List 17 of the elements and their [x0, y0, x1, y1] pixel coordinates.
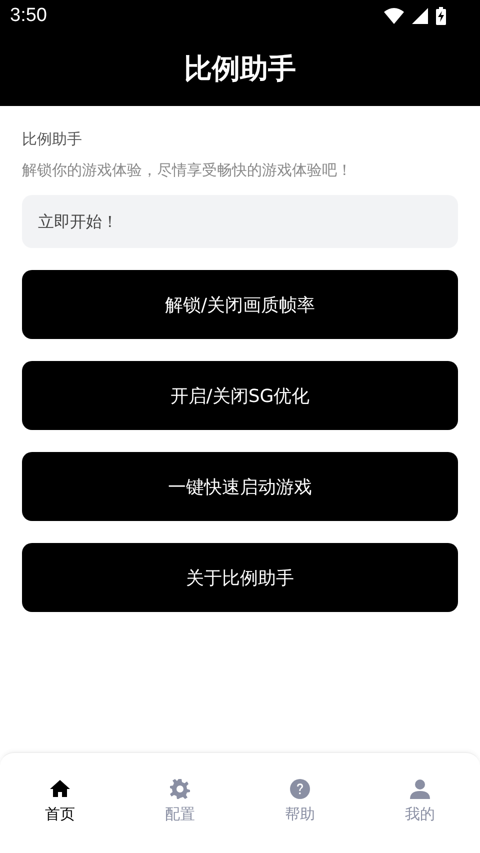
battery-icon	[436, 7, 446, 25]
section-heading: 比例助手	[22, 130, 83, 149]
person-icon	[410, 779, 430, 799]
wifi-icon	[384, 8, 404, 24]
action-button[interactable]: 解锁/关闭画质帧率	[22, 270, 458, 339]
action-button[interactable]: 一键快速启动游戏	[22, 452, 458, 521]
status-time: 3:50	[10, 5, 47, 27]
help-icon	[290, 779, 310, 799]
home-icon	[50, 779, 70, 799]
tab-item[interactable]: 首页	[0, 753, 120, 853]
signal-icon	[412, 8, 428, 24]
notice-banner: 立即开始！	[22, 195, 458, 248]
description-text: 解锁你的游戏体验，尽情享受畅快的游戏体验吧！	[22, 161, 353, 180]
gear-icon	[170, 779, 190, 799]
action-button[interactable]: 关于比例助手	[22, 543, 458, 612]
app-title: 比例助手	[183, 51, 297, 87]
action-button[interactable]: 开启/关闭SG优化	[22, 361, 458, 430]
